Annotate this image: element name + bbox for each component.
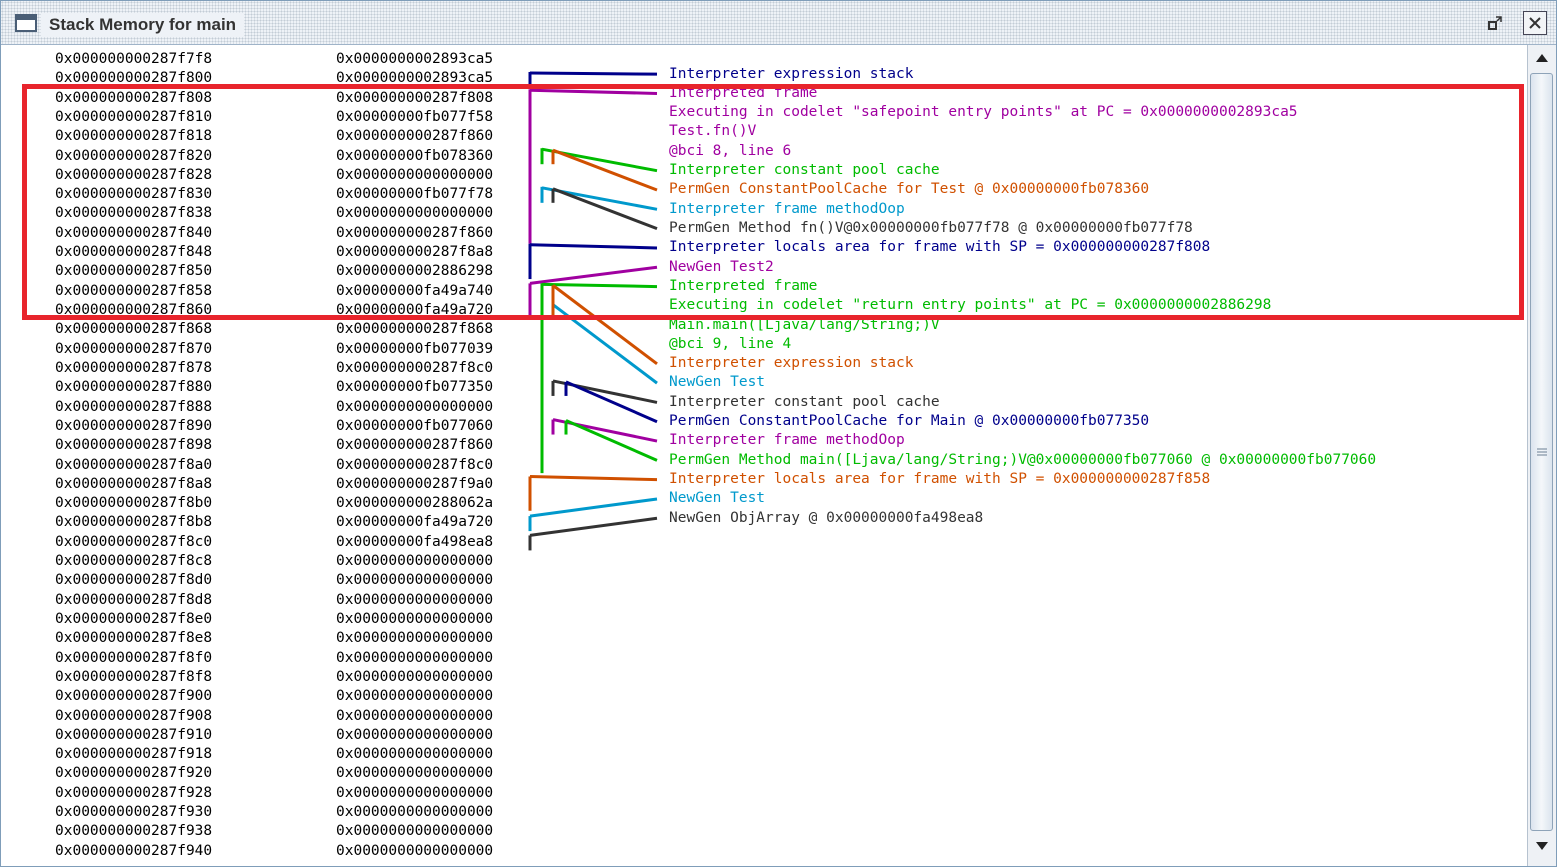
window-icon — [15, 14, 37, 32]
window-title: Stack Memory for main — [41, 13, 245, 37]
connector-line — [529, 474, 658, 482]
stack-memory-panel[interactable]: 0x000000000287f7f8 0x0000000002893ca5 0x00… — [1, 45, 1527, 866]
connector-line — [565, 380, 658, 424]
highlight-box — [22, 84, 1524, 320]
restore-button[interactable] — [1483, 11, 1507, 35]
grip-icon — [1536, 448, 1547, 456]
arrow-up-icon — [1536, 54, 1548, 62]
connector-line — [529, 497, 658, 518]
close-button[interactable] — [1523, 11, 1547, 35]
vertical-scrollbar[interactable] — [1527, 45, 1556, 866]
connector-line — [565, 419, 658, 462]
connector-line — [529, 71, 658, 76]
restore-icon — [1488, 16, 1502, 30]
arrow-down-icon — [1536, 842, 1548, 850]
connector-line — [529, 516, 658, 537]
stack-memory-window: Stack Memory for main 0x000000000287f7f8… — [0, 0, 1557, 867]
scroll-up-button[interactable] — [1530, 47, 1554, 69]
scroll-thumb[interactable] — [1530, 73, 1553, 831]
close-icon — [1529, 17, 1541, 29]
scroll-down-button[interactable] — [1530, 835, 1554, 857]
title-bar[interactable]: Stack Memory for main — [1, 1, 1556, 45]
